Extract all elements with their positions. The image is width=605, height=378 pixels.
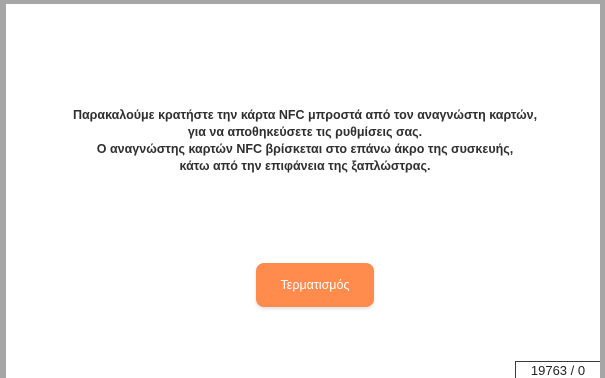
nfc-prompt-screen: Παρακαλούμε κρατήστε την κάρτα NFC μπροσ… (0, 0, 605, 378)
instruction-line-1: Παρακαλούμε κρατήστε την κάρτα NFC μπροσ… (72, 108, 538, 122)
instruction-line-4: κάτω από την επιφάνεια της ξαπλώστρας. (179, 159, 431, 173)
instruction-line-2: για να αποθηκεύσετε τις ρυθμίσεις σας. (187, 125, 423, 139)
instruction-line-3: Ο αναγνώστης καρτών NFC βρίσκεται στο επ… (96, 142, 514, 156)
terminate-button[interactable]: Τερματισμός (256, 263, 374, 307)
frame-border-top (0, 0, 605, 4)
frame-border-right (600, 0, 605, 378)
status-counter: 19763 / 0 (515, 361, 600, 378)
frame-border-left (0, 0, 6, 378)
nfc-instruction-message: Παρακαλούμε κρατήστε την κάρτα NFC μπροσ… (10, 107, 600, 175)
